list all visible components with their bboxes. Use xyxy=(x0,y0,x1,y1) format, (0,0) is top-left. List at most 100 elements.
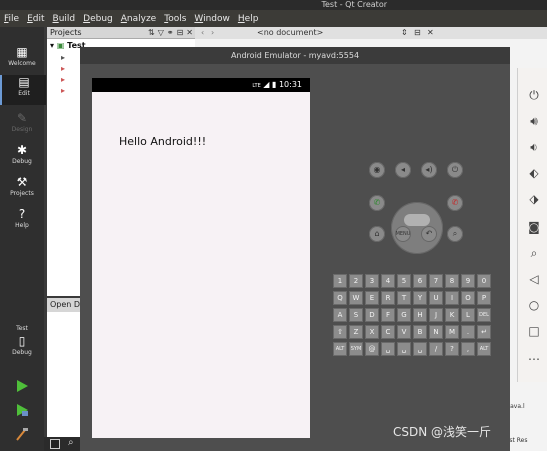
key[interactable]: E xyxy=(365,291,379,305)
overview-icon[interactable]: □ xyxy=(526,324,542,338)
key[interactable]: V xyxy=(397,325,411,339)
end-call-button[interactable]: ✆ xyxy=(447,195,463,211)
menu-build[interactable]: Build xyxy=(53,14,76,24)
mode-help[interactable]: ? Help xyxy=(0,207,44,229)
key[interactable]: 2 xyxy=(349,274,363,288)
phone-screen[interactable]: Hello Android!!! xyxy=(92,92,310,438)
tree-item[interactable]: ▸ xyxy=(61,53,65,62)
menu-file[interactable]: File xyxy=(4,14,19,24)
tree-item[interactable]: ▸ xyxy=(61,86,65,95)
menu-edit[interactable]: Edit xyxy=(27,14,44,24)
key[interactable]: A xyxy=(333,308,347,322)
volume-up-button[interactable]: ◂) xyxy=(421,162,437,178)
menu-help[interactable]: Help xyxy=(238,14,259,24)
volume-up-icon[interactable]: 🔊︎ xyxy=(526,114,542,128)
key[interactable]: D xyxy=(365,308,379,322)
key[interactable]: ALT xyxy=(477,342,491,356)
search-button[interactable]: ⌕ xyxy=(447,226,463,242)
key[interactable]: ALT xyxy=(333,342,347,356)
nav-back-icon[interactable]: ‹ xyxy=(201,27,204,39)
key[interactable]: ↵ xyxy=(477,325,491,339)
key[interactable]: ␣ xyxy=(397,342,411,356)
rotate-right-icon[interactable]: ⬗ xyxy=(526,192,542,206)
volume-down-button[interactable]: ◂ xyxy=(395,162,411,178)
key[interactable]: 4 xyxy=(381,274,395,288)
link-icon[interactable]: ⚭ xyxy=(167,27,174,39)
key[interactable]: N xyxy=(429,325,443,339)
key[interactable]: @ xyxy=(365,342,379,356)
volume-down-icon[interactable]: 🔉︎ xyxy=(526,140,542,154)
panel-toggle-icon[interactable] xyxy=(50,439,60,449)
key[interactable]: R xyxy=(381,291,395,305)
key[interactable]: 1 xyxy=(333,274,347,288)
camera-icon[interactable]: ◙ xyxy=(526,220,542,234)
key[interactable]: H xyxy=(413,308,427,322)
power-button[interactable]: ⏻ xyxy=(447,162,463,178)
key[interactable]: F xyxy=(381,308,395,322)
mode-design[interactable]: ✎ Design xyxy=(0,111,44,133)
more-icon[interactable]: ⋯ xyxy=(526,352,542,366)
target-selector[interactable]: Test ▯ Debug xyxy=(0,325,44,356)
debug-run-button[interactable] xyxy=(15,403,29,417)
back-button[interactable]: ↶ xyxy=(421,226,437,242)
key[interactable]: Y xyxy=(413,291,427,305)
run-button[interactable] xyxy=(15,379,29,393)
key[interactable]: S xyxy=(349,308,363,322)
menu-analyze[interactable]: Analyze xyxy=(121,14,156,24)
key[interactable]: O xyxy=(461,291,475,305)
mode-edit[interactable]: ▤ Edit xyxy=(0,75,46,105)
close-icon[interactable]: ✕ xyxy=(427,27,434,39)
key[interactable]: 0 xyxy=(477,274,491,288)
key[interactable]: 9 xyxy=(461,274,475,288)
key[interactable]: 7 xyxy=(429,274,443,288)
key[interactable]: ? xyxy=(445,342,459,356)
key[interactable]: C xyxy=(381,325,395,339)
split-icon[interactable]: ⊟ xyxy=(414,27,421,39)
key[interactable]: P xyxy=(477,291,491,305)
filter-icon[interactable]: ⇅ xyxy=(148,27,155,39)
key[interactable]: U xyxy=(429,291,443,305)
key[interactable]: B xyxy=(413,325,427,339)
key[interactable]: DEL xyxy=(477,308,491,322)
key[interactable]: W xyxy=(349,291,363,305)
key[interactable]: Z xyxy=(349,325,363,339)
zoom-icon[interactable]: ⌕ xyxy=(526,246,542,260)
home-button[interactable]: ⌂ xyxy=(369,226,385,242)
key[interactable]: M xyxy=(445,325,459,339)
home-icon[interactable]: ○ xyxy=(526,298,542,312)
document-selector[interactable]: <no document> xyxy=(257,27,323,39)
call-button[interactable]: ✆ xyxy=(369,195,385,211)
key[interactable]: J xyxy=(429,308,443,322)
key[interactable]: I xyxy=(445,291,459,305)
back-icon[interactable]: ◁ xyxy=(526,272,542,286)
key[interactable]: . xyxy=(461,325,475,339)
tree-item[interactable]: ▸ xyxy=(61,64,65,73)
key[interactable]: ␣ xyxy=(413,342,427,356)
split-icon[interactable]: ⊟ xyxy=(177,27,184,39)
key[interactable]: / xyxy=(429,342,443,356)
key[interactable]: Q xyxy=(333,291,347,305)
key[interactable]: X xyxy=(365,325,379,339)
key[interactable]: ⇧ xyxy=(333,325,347,339)
key[interactable]: ␣ xyxy=(381,342,395,356)
menu-tools[interactable]: Tools xyxy=(164,14,186,24)
camera-button[interactable]: ◉ xyxy=(369,162,385,178)
menu-debug[interactable]: Debug xyxy=(83,14,113,24)
rotate-left-icon[interactable]: ⬖ xyxy=(526,166,542,180)
key[interactable]: , xyxy=(461,342,475,356)
menu-button[interactable]: MENU xyxy=(395,226,411,242)
key[interactable]: L xyxy=(461,308,475,322)
key[interactable]: 3 xyxy=(365,274,379,288)
key[interactable]: 8 xyxy=(445,274,459,288)
menu-window[interactable]: Window xyxy=(194,14,230,24)
mode-welcome[interactable]: ▦ Welcome xyxy=(0,45,44,67)
key[interactable]: SYM xyxy=(349,342,363,356)
power-icon[interactable]: ⏻ xyxy=(526,88,542,102)
mode-projects[interactable]: ⚒ Projects xyxy=(0,175,44,197)
dpad-center[interactable] xyxy=(404,214,430,226)
build-button[interactable] xyxy=(15,427,29,441)
tree-item[interactable]: ▸ xyxy=(61,75,65,84)
key[interactable]: 6 xyxy=(413,274,427,288)
mode-debug[interactable]: ✱ Debug xyxy=(0,143,44,165)
key[interactable]: G xyxy=(397,308,411,322)
